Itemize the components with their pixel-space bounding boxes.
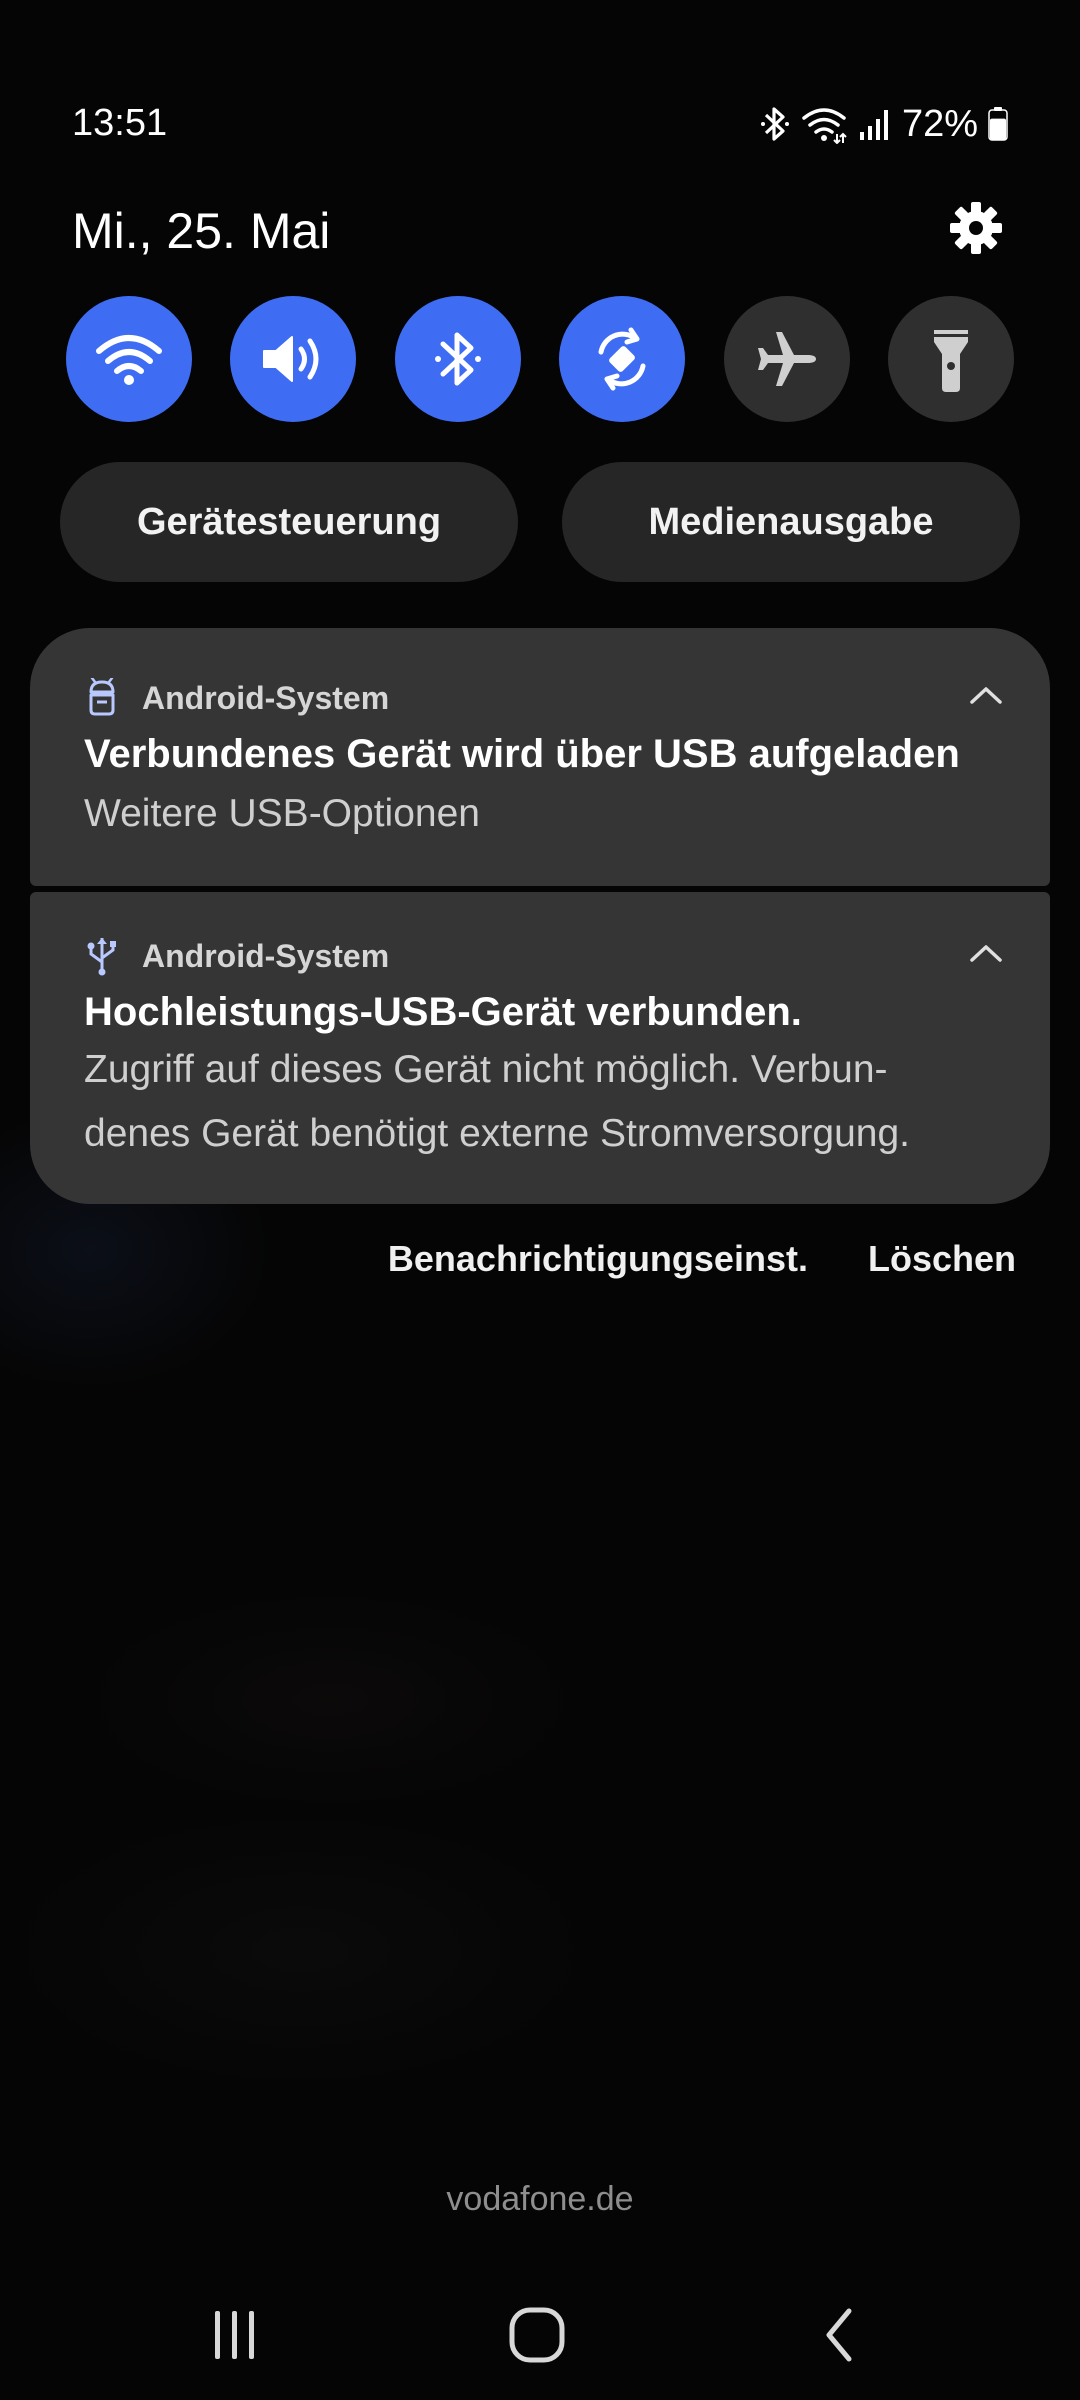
pill-row: Gerätesteuerung Medienausgabe [60, 462, 1020, 582]
sound-toggle[interactable] [230, 296, 357, 422]
chevron-up-icon[interactable] [966, 938, 1006, 968]
notification-shade: 13:51 72% Mi., 25. Mai Gerätesteuerung M… [0, 0, 1080, 2400]
notification-header: Android-System [84, 676, 389, 720]
robot-icon [89, 678, 115, 716]
wifi-icon [800, 104, 848, 144]
settings-button[interactable] [944, 196, 1008, 260]
flashlight-toggle[interactable] [887, 296, 1014, 422]
usb-icon [87, 938, 116, 976]
notification-title: Hochleistungs-USB-Gerät verbunden. [84, 990, 802, 1034]
notification-body: Weitere USB-Optionen [84, 792, 480, 835]
media-output-button[interactable]: Medienausgabe [562, 462, 1020, 582]
notification-actions: Benachrichtigungseinst. Löschen [388, 1238, 1016, 1280]
notification-body-line: Zugriff auf dieses Gerät nicht möglich. … [84, 1048, 888, 1091]
notification-body-line: denes Gerät benötigt externe Stromversor… [84, 1112, 910, 1155]
back-button[interactable] [800, 2300, 880, 2370]
wifi-icon [96, 335, 162, 385]
date-row: Mi., 25. Mai [72, 196, 1008, 266]
navigation-bar [0, 2290, 1080, 2370]
rotate-icon [598, 327, 646, 391]
quick-toggles [66, 296, 1014, 422]
status-icons: 72% [760, 96, 1008, 152]
notification-header: Android-System [84, 934, 389, 978]
gear-icon [950, 202, 1002, 254]
airplane-toggle[interactable] [723, 296, 850, 422]
back-icon [826, 2308, 852, 2362]
recents-icon [215, 2311, 254, 2359]
battery-icon [988, 106, 1008, 142]
airplane-icon [757, 332, 816, 386]
notification-settings-button[interactable]: Benachrichtigungseinst. [388, 1238, 808, 1280]
battery-percent: 72% [901, 102, 978, 145]
carrier-label: vodafone.de [446, 2180, 634, 2218]
home-icon [509, 2307, 565, 2363]
notification-body: Zugriff auf dieses Gerät nicht möglich. … [84, 1038, 1000, 1166]
flashlight-icon [933, 330, 968, 392]
status-time: 13:51 [72, 102, 168, 144]
auto-rotate-toggle[interactable] [559, 296, 686, 422]
chevron-up-icon[interactable] [966, 680, 1006, 710]
notification-high-power-usb[interactable]: Android-System Hochleistungs-USB-Gerät v… [30, 892, 1050, 1204]
device-control-button[interactable]: Gerätesteuerung [60, 462, 518, 582]
wifi-toggle[interactable] [66, 296, 192, 422]
bluetooth-icon [760, 104, 790, 144]
notification-app-name: Android-System [142, 679, 390, 716]
recents-button[interactable] [195, 2300, 275, 2370]
notification-title: Verbundenes Gerät wird über USB aufgelad… [84, 732, 960, 776]
home-button[interactable] [497, 2300, 577, 2370]
bluetooth-toggle[interactable] [394, 296, 521, 422]
notification-usb-charging[interactable]: Android-System Verbundenes Gerät wird üb… [30, 628, 1050, 886]
bluetooth-icon [434, 332, 481, 386]
notification-app-name: Android-System [142, 937, 390, 974]
status-bar: 13:51 72% [72, 96, 1008, 152]
signal-icon [858, 104, 892, 144]
speaker-icon [263, 336, 319, 382]
date-text: Mi., 25. Mai [72, 203, 331, 259]
clear-button[interactable]: Löschen [868, 1238, 1016, 1280]
